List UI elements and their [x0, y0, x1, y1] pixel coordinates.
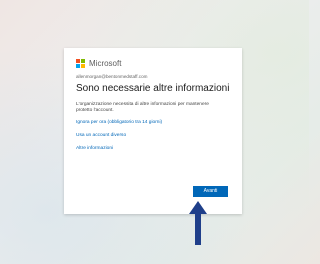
account-email: allenmorgan@bentonmedstaff.com — [76, 74, 148, 79]
up-arrow-icon — [189, 201, 207, 245]
description-text: L'organizzazione necessita di altre info… — [76, 102, 209, 113]
brand-name: Microsoft — [89, 58, 122, 68]
more-info-link[interactable]: Altre informazioni — [76, 146, 230, 151]
page-title: Sono necessarie altre informazioni — [76, 83, 230, 94]
sign-in-card: Microsoft allenmorgan@bentonmedstaff.com… — [64, 48, 242, 214]
use-different-account-link[interactable]: Usa un account diverso — [76, 133, 230, 138]
next-button[interactable]: Avanti — [193, 186, 228, 197]
microsoft-logo-icon — [76, 58, 85, 68]
skip-for-now-link[interactable]: Ignora per ora (obbligatorio tra 14 gior… — [76, 120, 230, 125]
brand-header: Microsoft — [76, 58, 230, 68]
